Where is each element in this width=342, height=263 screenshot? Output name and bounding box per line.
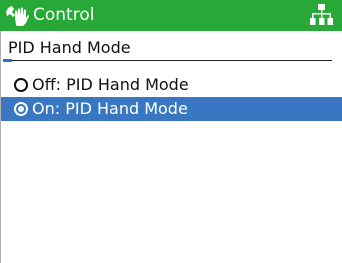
radio-selected-icon (14, 102, 28, 116)
section-header: PID Hand Mode (0, 31, 342, 63)
section-title: PID Hand Mode (8, 38, 131, 57)
option-label: On: PID Hand Mode (32, 99, 188, 118)
left-border (0, 31, 1, 263)
radio-unselected-icon (14, 78, 28, 92)
hand-wrench-icon (6, 5, 30, 27)
option-on[interactable]: On: PID Hand Mode (1, 97, 342, 121)
option-off[interactable]: Off: PID Hand Mode (1, 73, 342, 97)
header-title: Control (33, 5, 95, 25)
option-label: Off: PID Hand Mode (32, 75, 189, 94)
section-accent-marker (3, 59, 12, 62)
radio-dot (18, 106, 24, 112)
header-bar: Control (0, 0, 342, 31)
network-tree-icon[interactable] (310, 4, 333, 26)
control-screen: Control PID Hand Mode Off: PID Hand Mode (0, 0, 342, 263)
option-list: Off: PID Hand Mode On: PID Hand Mode (1, 73, 342, 121)
section-divider (12, 60, 332, 61)
